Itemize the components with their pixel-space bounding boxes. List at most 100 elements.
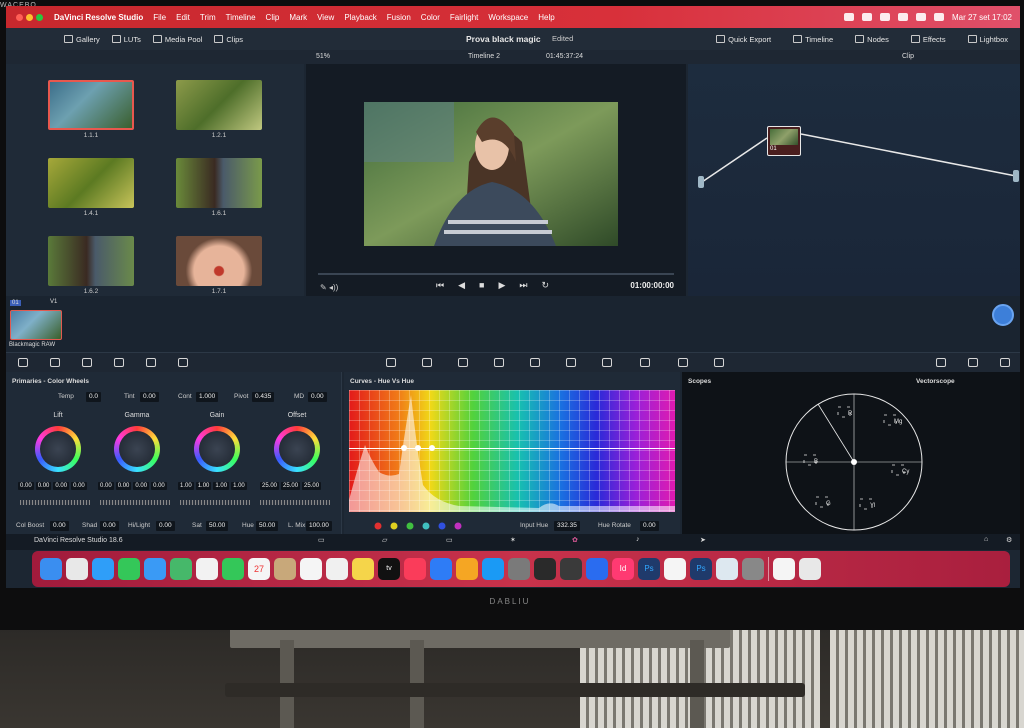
- offset-wheel[interactable]: [274, 426, 320, 472]
- maps-icon[interactable]: [170, 558, 192, 580]
- gamma-y[interactable]: 0.00: [98, 482, 114, 490]
- clip-thumbnail[interactable]: [10, 310, 62, 340]
- menu-app-name[interactable]: DaVinci Resolve Studio: [49, 13, 148, 22]
- luts-button[interactable]: LUTs: [106, 35, 147, 44]
- still-thumb[interactable]: [48, 158, 134, 208]
- menu-playback[interactable]: Playback: [339, 13, 381, 22]
- offset-r[interactable]: 25.00: [260, 482, 280, 490]
- pivot-field[interactable]: 0.435: [252, 392, 275, 402]
- hue-vs-hue-curve[interactable]: [349, 390, 675, 512]
- home-icon[interactable]: ⌂: [984, 536, 988, 543]
- sizing-icon[interactable]: [678, 358, 688, 367]
- edit-page-icon[interactable]: ▭: [446, 536, 453, 544]
- blur-icon[interactable]: [602, 358, 612, 367]
- mail-icon[interactable]: [144, 558, 166, 580]
- lift-master-slider[interactable]: [20, 500, 90, 505]
- hue-swatch[interactable]: [438, 522, 446, 530]
- info-icon[interactable]: [968, 358, 978, 367]
- shad-field[interactable]: 0.00: [100, 521, 119, 531]
- davinci-icon[interactable]: [534, 558, 556, 580]
- launchpad-icon[interactable]: [66, 558, 88, 580]
- menu-workspace[interactable]: Workspace: [483, 13, 533, 22]
- search-icon[interactable]: [915, 13, 926, 21]
- tracker-icon[interactable]: [530, 358, 540, 367]
- menu-help[interactable]: Help: [533, 13, 559, 22]
- motion-effects-icon[interactable]: [178, 358, 188, 367]
- timeline-dropdown[interactable]: Timeline 2: [468, 50, 500, 64]
- settings-icon[interactable]: [508, 558, 530, 580]
- clip-action-button[interactable]: [992, 304, 1014, 326]
- app-store-icon[interactable]: [482, 558, 504, 580]
- qualifier-icon[interactable]: [458, 358, 468, 367]
- gain-wheel[interactable]: [194, 426, 240, 472]
- clips-button[interactable]: Clips: [208, 35, 249, 44]
- color-page-icon[interactable]: ✿: [572, 536, 578, 544]
- scope-type-dropdown[interactable]: Vectorscope: [916, 378, 955, 385]
- speaker-icon[interactable]: ◂)): [329, 283, 338, 292]
- settings-icon[interactable]: [1000, 358, 1010, 367]
- jump-start-icon[interactable]: ⏮: [436, 280, 444, 291]
- gamma-b[interactable]: 0.00: [151, 482, 167, 490]
- scrubber[interactable]: [318, 273, 674, 275]
- final-cut-icon[interactable]: [560, 558, 582, 580]
- quick-export-button[interactable]: Quick Export: [710, 35, 777, 44]
- hdr-icon[interactable]: [114, 358, 124, 367]
- gamma-master-slider[interactable]: [100, 500, 170, 505]
- pages-icon[interactable]: [456, 558, 478, 580]
- window-icon[interactable]: [494, 358, 504, 367]
- control-center-icon[interactable]: [933, 13, 944, 21]
- still-thumb[interactable]: [176, 158, 262, 208]
- still-thumb[interactable]: [48, 236, 134, 286]
- temp-field[interactable]: 0.0: [86, 392, 102, 402]
- media-pool-button[interactable]: Media Pool: [147, 35, 209, 44]
- still-thumb[interactable]: [48, 80, 134, 130]
- chrome-icon[interactable]: [326, 558, 348, 580]
- cont-field[interactable]: 1.000: [196, 392, 219, 402]
- trash-icon[interactable]: [799, 558, 821, 580]
- tint-field[interactable]: 0.00: [140, 392, 159, 402]
- gear-icon[interactable]: ⚙: [1006, 536, 1012, 544]
- menu-fusion[interactable]: Fusion: [382, 13, 416, 22]
- color-warper-icon[interactable]: [422, 358, 432, 367]
- photoshop-icon[interactable]: Ps: [638, 558, 660, 580]
- battery-icon[interactable]: [879, 13, 890, 21]
- lmix-field[interactable]: 100.00: [306, 521, 332, 531]
- corrector-node[interactable]: 01: [767, 126, 801, 156]
- key-icon[interactable]: [640, 358, 650, 367]
- color-wheels-icon[interactable]: [82, 358, 92, 367]
- 3d-icon[interactable]: [714, 358, 724, 367]
- hue-swatch[interactable]: [406, 522, 414, 530]
- curve-point[interactable]: [401, 445, 407, 451]
- play-icon[interactable]: ▶: [498, 280, 505, 291]
- col-boost-field[interactable]: 0.00: [50, 521, 69, 531]
- gain-master-slider[interactable]: [180, 500, 250, 505]
- offset-master-slider[interactable]: [260, 500, 330, 505]
- hue-field[interactable]: 50.00: [256, 521, 279, 531]
- lift-g[interactable]: 0.00: [53, 482, 70, 490]
- hilight-field[interactable]: 0.00: [156, 521, 175, 531]
- sat-field[interactable]: 50.00: [206, 521, 229, 531]
- keynote-icon[interactable]: [430, 558, 452, 580]
- viewer-timecode[interactable]: 01:45:37:24: [546, 50, 583, 64]
- photos-icon[interactable]: [196, 558, 218, 580]
- vmware-icon[interactable]: [664, 558, 686, 580]
- stop-icon[interactable]: ■: [479, 280, 484, 291]
- menu-file[interactable]: File: [148, 13, 171, 22]
- lift-r[interactable]: 0.00: [35, 482, 52, 490]
- gain-b[interactable]: 1.00: [231, 482, 247, 490]
- zoom-button[interactable]: [36, 13, 43, 21]
- hue-swatch[interactable]: [454, 522, 462, 530]
- reminders-icon[interactable]: [300, 558, 322, 580]
- lift-wheel[interactable]: [35, 426, 81, 472]
- gain-y[interactable]: 1.00: [178, 482, 194, 490]
- calendar-icon[interactable]: 27: [248, 558, 270, 580]
- curve-point[interactable]: [429, 445, 435, 451]
- play-reverse-icon[interactable]: ◀: [458, 280, 465, 291]
- effects-button[interactable]: Effects: [905, 35, 952, 44]
- gamma-g[interactable]: 0.00: [133, 482, 150, 490]
- menu-fairlight[interactable]: Fairlight: [445, 13, 483, 22]
- gamma-wheel[interactable]: [114, 426, 160, 472]
- rgb-mixer-icon[interactable]: [146, 358, 156, 367]
- safari-icon[interactable]: [92, 558, 114, 580]
- quicktime-icon[interactable]: [716, 558, 738, 580]
